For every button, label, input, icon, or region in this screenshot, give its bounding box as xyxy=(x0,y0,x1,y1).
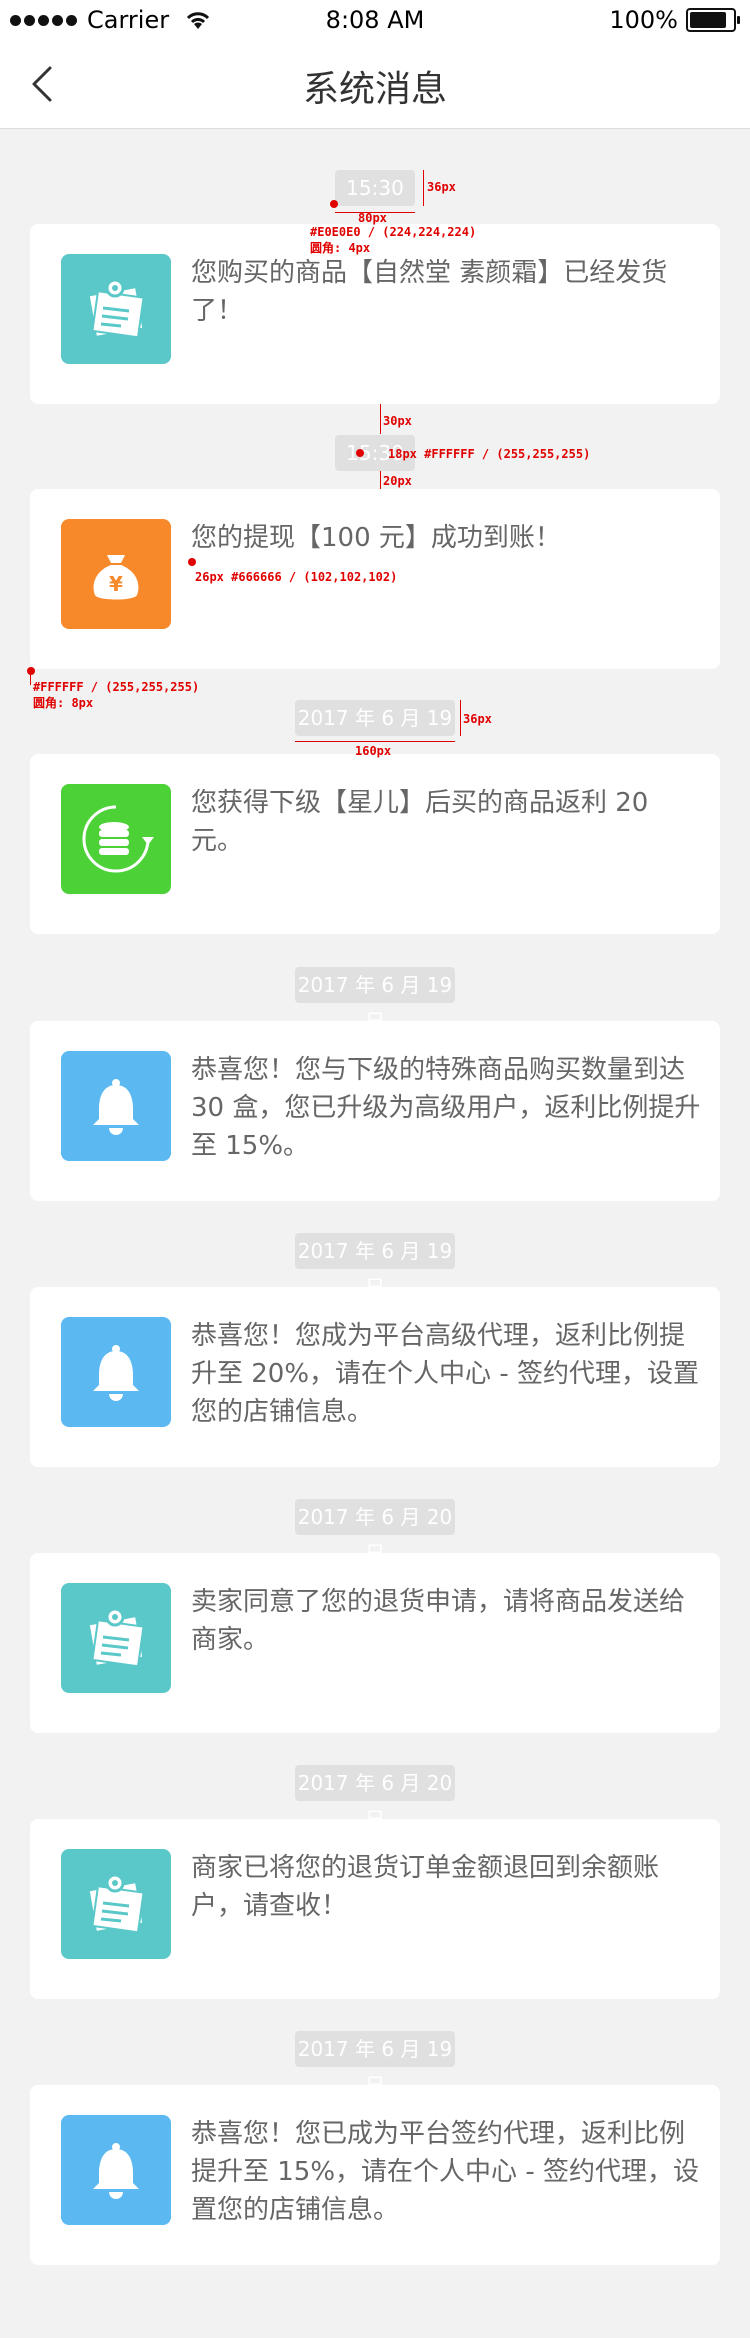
message-time-label: 15:30 xyxy=(335,170,415,206)
message-text: 恭喜您！您成为平台高级代理，返利比例提升至 20%，请在个人中心 - 签约代理，… xyxy=(191,1321,699,1427)
message-time-label: 2017 年 6 月 19 日 xyxy=(295,1233,455,1299)
message-text: 恭喜您！您已成为平台签约代理，返利比例提升至 15%，请在个人中心 - 签约代理… xyxy=(191,2119,699,2225)
annotation-dot xyxy=(188,558,196,566)
battery-percent: 100% xyxy=(609,6,678,34)
annotation-label: 36px xyxy=(463,712,492,726)
status-bar: Carrier 8:08 AM 100% xyxy=(0,0,750,40)
message-card[interactable]: 恭喜您！您与下级的特殊商品购买数量到达 30 盒，您已升级为高级用户，返利比例提… xyxy=(30,1021,720,1201)
message-time-label: 2017 年 6 月 19 日 xyxy=(295,967,455,1033)
message-text: 恭喜您！您与下级的特殊商品购买数量到达 30 盒，您已升级为高级用户，返利比例提… xyxy=(191,1055,701,1161)
message-text: 您的提现【100 元】成功到账！ xyxy=(191,523,561,553)
annotation-dot xyxy=(356,449,364,457)
coins-refresh-icon xyxy=(61,784,171,894)
annotation-dot xyxy=(27,667,35,675)
message-time-label: 2017 年 6 月 20 日 xyxy=(295,1499,455,1565)
annotation-label: 30px xyxy=(383,414,412,428)
message-time-label: 2017 年 6 月 20 日 xyxy=(295,1765,455,1831)
annotation-line xyxy=(380,471,381,489)
bell-icon xyxy=(61,2115,171,2225)
page-title: 系统消息 xyxy=(302,69,447,110)
message-card[interactable]: 卖家同意了您的退货申请，请将商品发送给商家。 xyxy=(30,1553,720,1733)
message-time-label: 2017 年 6 月 19 日 xyxy=(295,2031,455,2097)
note-pin-icon xyxy=(61,1849,171,1959)
svg-text:¥: ¥ xyxy=(109,572,123,596)
message-card[interactable]: 恭喜您！您成为平台高级代理，返利比例提升至 20%，请在个人中心 - 签约代理，… xyxy=(30,1287,720,1467)
message-card[interactable]: 您获得下级【星儿】后买的商品返利 20 元。 xyxy=(30,754,720,934)
annotation-label: 18px #FFFFFF / (255,255,255) xyxy=(388,447,591,461)
annotation-label: 圆角: 4px xyxy=(310,241,371,255)
annotation-line xyxy=(30,671,31,685)
bell-icon xyxy=(61,1317,171,1427)
nav-bar: 系统消息 xyxy=(0,40,750,129)
battery-icon xyxy=(686,8,740,32)
annotation-label: 圆角: 8px xyxy=(33,696,94,710)
message-card[interactable]: 商家已将您的退货订单金额退回到余额账户，请查收！ xyxy=(30,1819,720,1999)
message-text: 您购买的商品【自然堂 素颜霜】已经发货了！ xyxy=(191,258,668,326)
message-text: 卖家同意了您的退货申请，请将商品发送给商家。 xyxy=(191,1587,686,1655)
annotation-label: 20px xyxy=(383,474,412,488)
message-card[interactable]: 恭喜您！您已成为平台签约代理，返利比例提升至 15%，请在个人中心 - 签约代理… xyxy=(30,2085,720,2265)
annotation-label: #E0E0E0 / (224,224,224) xyxy=(310,225,477,239)
message-time-label: 2017 年 6 月 19 日 xyxy=(295,700,455,766)
annotation-line xyxy=(423,170,424,206)
message-card[interactable]: 您购买的商品【自然堂 素颜霜】已经发货了！ xyxy=(30,224,720,404)
bell-icon xyxy=(61,1051,171,1161)
annotation-label: #FFFFFF / (255,255,255) xyxy=(33,680,200,694)
annotation-label: 26px #666666 / (102,102,102) xyxy=(195,570,398,584)
note-pin-icon xyxy=(61,1583,171,1693)
annotation-line xyxy=(460,700,461,736)
annotation-dot xyxy=(330,200,338,208)
annotation-line xyxy=(380,404,381,434)
message-text: 商家已将您的退货订单金额退回到余额账户，请查收！ xyxy=(191,1853,660,1921)
message-text: 您获得下级【星儿】后买的商品返利 20 元。 xyxy=(191,788,649,856)
annotation-label: 160px xyxy=(355,744,392,758)
status-right: 100% xyxy=(609,6,740,34)
annotation-label: 80px xyxy=(358,211,387,225)
money-bag-icon: ¥ xyxy=(61,519,171,629)
annotation-label: 36px xyxy=(427,180,456,194)
annotation-line xyxy=(295,741,455,742)
note-pin-icon xyxy=(61,254,171,364)
